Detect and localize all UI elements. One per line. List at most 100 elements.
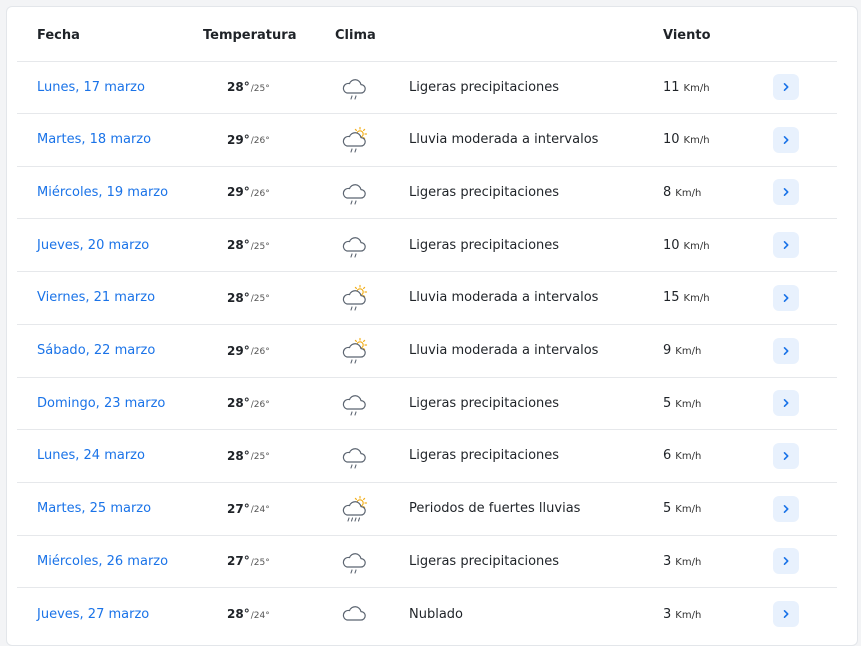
wind: 6 Km/h	[663, 430, 701, 482]
weather-description: Lluvia moderada a intervalos	[409, 132, 599, 148]
expand-button[interactable]	[773, 179, 799, 206]
degree-symbol: °	[243, 290, 250, 305]
wind-unit: Km/h	[683, 135, 710, 147]
expand-button[interactable]	[773, 601, 799, 627]
degree-symbol: °	[243, 554, 250, 569]
chevron-right-icon	[783, 399, 789, 408]
wind-speed: 3	[663, 553, 672, 569]
date-link[interactable]: Miércoles, 19 marzo	[37, 185, 168, 200]
weather-icon-cell	[339, 535, 369, 587]
date-link[interactable]: Lunes, 17 marzo	[37, 80, 145, 95]
wind: 3 Km/h	[663, 535, 701, 587]
temp-max: 27	[227, 554, 244, 569]
date-link[interactable]: Lunes, 24 marzo	[37, 448, 145, 463]
temp-max: 29	[227, 185, 244, 200]
temperature: 28 °/25°	[227, 219, 270, 271]
temp-max: 29	[227, 132, 244, 147]
wind: 10 Km/h	[663, 219, 710, 271]
forecast-row: Martes, 18 marzo 29 °/26° Lluvia moderada…	[17, 114, 837, 167]
wind: 11 Km/h	[663, 61, 710, 113]
expand-button[interactable]	[773, 390, 799, 417]
expand-button[interactable]	[773, 337, 799, 364]
wind-unit: Km/h	[675, 504, 702, 516]
temp-min: 26°	[253, 188, 270, 199]
expand-cell	[773, 272, 799, 324]
chevron-right-icon	[783, 504, 789, 513]
temperature: 29 °/26°	[227, 325, 270, 377]
weather-description: Lluvia moderada a intervalos	[409, 290, 599, 306]
header-fecha: Fecha	[37, 27, 80, 43]
degree-symbol: °	[243, 396, 250, 411]
expand-cell	[773, 166, 799, 218]
expand-button[interactable]	[773, 495, 799, 522]
date-link[interactable]: Domingo, 23 marzo	[37, 396, 165, 411]
degree-symbol: °	[243, 607, 250, 621]
temp-max: 28	[227, 290, 244, 305]
weather-description: Ligeras precipitaciones	[409, 237, 560, 253]
forecast-row: Miércoles, 26 marzo 27 °/25° Ligeras prec…	[17, 535, 837, 589]
cloud-icon	[342, 606, 366, 621]
date-link[interactable]: Jueves, 27 marzo	[37, 607, 149, 622]
weather-icon-cell	[339, 166, 369, 218]
expand-cell	[773, 325, 799, 377]
temp-min: 24°	[253, 610, 270, 621]
expand-cell	[773, 588, 799, 640]
expand-button[interactable]	[773, 232, 799, 259]
date-link[interactable]: Martes, 18 marzo	[37, 132, 151, 147]
temperature: 28 °/26°	[227, 377, 270, 429]
header-viento: Viento	[663, 27, 711, 43]
temp-min: 25°	[253, 452, 270, 463]
wind-speed: 5	[663, 501, 672, 517]
date-link[interactable]: Jueves, 20 marzo	[37, 238, 149, 253]
wind-speed: 15	[663, 290, 680, 306]
forecast-row: Domingo, 23 marzo 28 °/26° Ligeras precip…	[17, 377, 837, 431]
expand-button[interactable]	[773, 442, 799, 469]
expand-cell	[773, 61, 799, 113]
table-header: Fecha Temperatura Clima Viento	[17, 9, 837, 62]
degree-symbol: °	[243, 501, 250, 516]
degree-symbol: °	[243, 80, 250, 94]
sun-cloud-rain-icon	[342, 284, 368, 311]
wind-speed: 9	[663, 343, 672, 358]
weather-icon-cell	[339, 61, 369, 113]
date-link[interactable]: Viernes, 21 marzo	[37, 290, 155, 305]
date-link[interactable]: Sábado, 22 marzo	[37, 343, 155, 358]
forecast-row: Lunes, 24 marzo 28 °/25° Ligeras precipit…	[17, 430, 837, 483]
temp-max: 29	[227, 343, 244, 358]
wind-speed: 3	[663, 606, 672, 622]
sun-cloud-heavy-rain-icon	[342, 495, 368, 522]
temp-min: 26°	[253, 399, 270, 410]
expand-cell	[773, 377, 799, 429]
chevron-right-icon	[783, 135, 789, 144]
temperature: 28 °/25°	[227, 61, 270, 113]
chevron-right-icon	[783, 557, 789, 566]
forecast-card: Fecha Temperatura Clima Viento Lunes, 17…	[6, 6, 858, 646]
weather-icon-cell	[339, 588, 369, 640]
wind-unit: Km/h	[683, 82, 710, 94]
weather-icon-cell	[339, 272, 369, 324]
temp-max: 28	[227, 607, 244, 621]
degree-symbol: °	[243, 448, 250, 463]
forecast-row: Miércoles, 19 marzo 29 °/26° Ligeras prec…	[17, 166, 837, 220]
temp-max: 28	[227, 396, 244, 411]
temperature: 29 °/26°	[227, 166, 270, 218]
wind-speed: 11	[663, 79, 680, 95]
cloud-drizzle-icon	[342, 79, 366, 100]
wind-unit: Km/h	[675, 187, 702, 199]
weather-description: Ligeras precipitaciones	[409, 184, 560, 200]
date-link[interactable]: Martes, 25 marzo	[37, 501, 151, 516]
date-link[interactable]: Miércoles, 26 marzo	[37, 554, 168, 569]
forecast-row: Sábado, 22 marzo 29 °/26° Lluvia moderada…	[17, 325, 837, 378]
expand-button[interactable]	[773, 126, 799, 153]
temp-min: 25°	[253, 83, 270, 94]
degree-symbol: °	[243, 185, 250, 200]
expand-button[interactable]	[773, 74, 799, 100]
degree-symbol: °	[243, 343, 250, 358]
temperature: 27 °/25°	[227, 535, 270, 587]
expand-button[interactable]	[773, 284, 799, 311]
cloud-drizzle-icon	[342, 184, 366, 205]
weather-description: Nublado	[409, 606, 463, 622]
header-clima: Clima	[335, 27, 376, 43]
temp-min: 26°	[253, 136, 270, 147]
expand-button[interactable]	[773, 548, 799, 575]
